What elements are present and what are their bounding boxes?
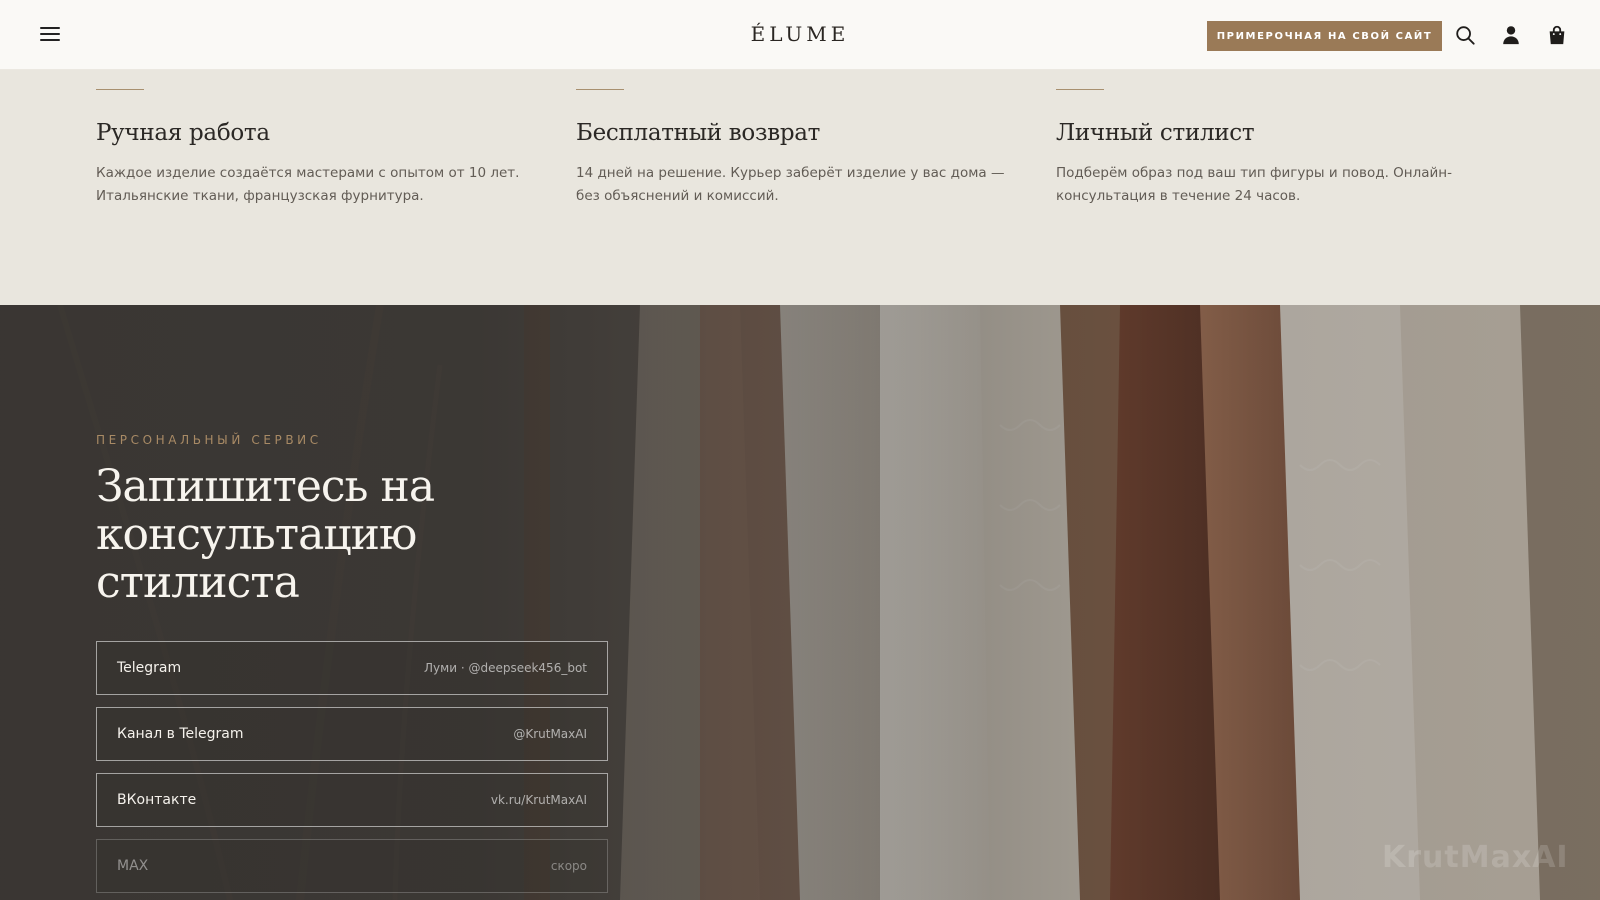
contact-vkontakte[interactable]: ВКонтакте vk.ru/KrutMaxAI bbox=[96, 773, 608, 827]
features-section: Ручная работа Каждое изделие создаётся м… bbox=[0, 70, 1600, 305]
feature-text: Подберём образ под ваш тип фигуры и пово… bbox=[1056, 165, 1452, 204]
feature-text: 14 дней на решение. Курьер заберёт издел… bbox=[576, 165, 1005, 204]
contact-value: скоро bbox=[550, 859, 587, 873]
contact-telegram-channel[interactable]: Канал в Telegram @KrutMaxAI bbox=[96, 707, 608, 761]
feature-free-return: Бесплатный возврат 14 дней на решение. К… bbox=[576, 70, 1016, 208]
brand-logo[interactable]: ÉLUME bbox=[751, 22, 850, 46]
contact-value: vk.ru/KrutMaxAI bbox=[490, 793, 587, 807]
contact-label: ВКонтакте bbox=[117, 792, 197, 808]
site-header: ÉLUME ПРИМЕРОЧНАЯ НА СВОЙ САЙТ bbox=[0, 0, 1600, 70]
user-icon[interactable] bbox=[1500, 24, 1522, 46]
contact-label: Telegram bbox=[117, 660, 182, 676]
feature-title: Ручная работа bbox=[96, 120, 270, 146]
menu-icon[interactable] bbox=[40, 27, 60, 43]
feature-divider bbox=[576, 89, 624, 90]
consultation-hero: ПЕРСОНАЛЬНЫЙ СЕРВИС Запишитесь на консул… bbox=[0, 305, 1600, 900]
watermark: KrutMaxAI bbox=[1382, 840, 1569, 875]
feature-text: Каждое изделие создаётся мастерами с опы… bbox=[96, 165, 520, 204]
contact-label: Канал в Telegram bbox=[117, 726, 244, 742]
feature-divider bbox=[1056, 89, 1104, 90]
shopping-bag-icon[interactable] bbox=[1546, 24, 1568, 46]
hero-title: Запишитесь на консультацию стилиста bbox=[96, 461, 435, 608]
contact-value: Луми · @deepseek456_bot bbox=[424, 661, 587, 675]
feature-title: Личный стилист bbox=[1056, 120, 1255, 146]
contact-max: MAX скоро bbox=[96, 839, 608, 893]
feature-personal-stylist: Личный стилист Подберём образ под ваш ти… bbox=[1056, 70, 1496, 208]
contact-value: @KrutMaxAI bbox=[513, 727, 587, 741]
feature-handmade: Ручная работа Каждое изделие создаётся м… bbox=[96, 70, 536, 208]
contact-telegram[interactable]: Telegram Луми · @deepseek456_bot bbox=[96, 641, 608, 695]
feature-divider bbox=[96, 89, 144, 90]
feature-title: Бесплатный возврат bbox=[576, 120, 821, 146]
contact-label: MAX bbox=[117, 858, 149, 874]
search-icon[interactable] bbox=[1454, 24, 1476, 46]
section-eyebrow: ПЕРСОНАЛЬНЫЙ СЕРВИС bbox=[96, 433, 322, 447]
fitting-room-cta-button[interactable]: ПРИМЕРОЧНАЯ НА СВОЙ САЙТ bbox=[1207, 21, 1442, 51]
